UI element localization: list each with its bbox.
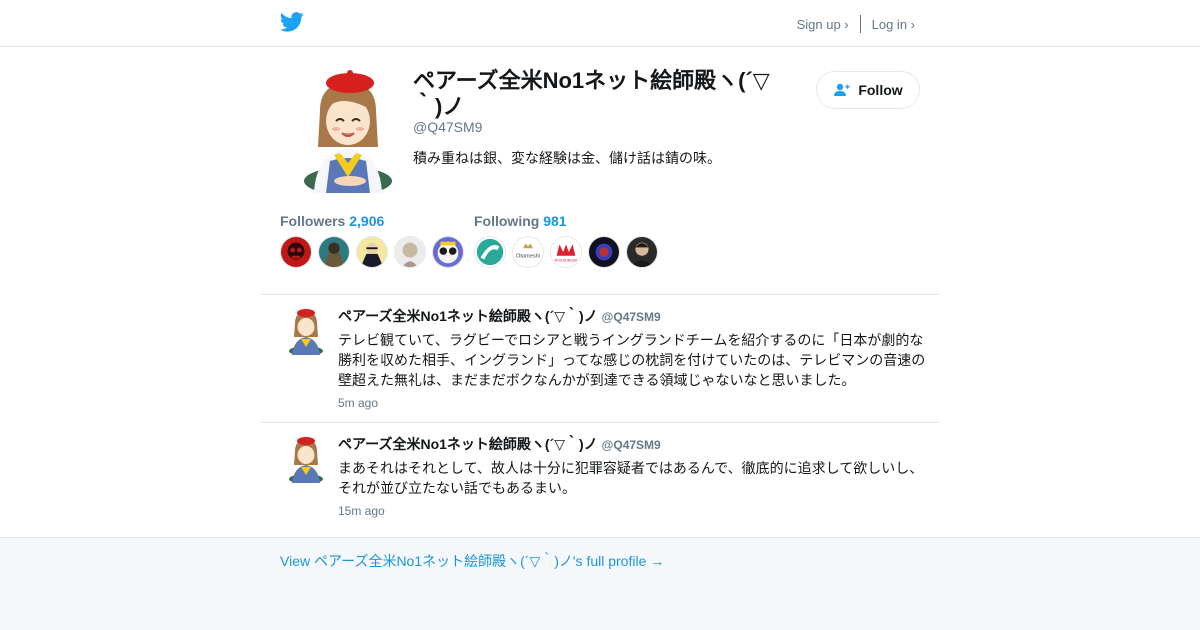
followers-stat[interactable]: Followers 2,906 (280, 213, 384, 229)
tweet-text: まあそれはそれとして、故人は十分に犯罪容疑者ではあるんで、徹底的に追求して欲しい… (338, 460, 924, 496)
otameshi-logo-text: Otameshi (516, 254, 540, 260)
tweet-avatar[interactable] (288, 435, 324, 483)
top-nav: Sign up › Log in › (797, 15, 915, 33)
signup-link[interactable]: Sign up › (797, 17, 849, 32)
profile-bio: 積み重ねは銀、変な経験は金、儲け話は錆の味。 (413, 150, 721, 166)
mos-logo-text: MOS BURGER (555, 258, 579, 262)
following-thumbnails: Otameshi MOS BURGER (474, 236, 664, 268)
tweet-text: テレビ観ていて、ラグビーでロシアと戦うイングランドチームを紹介するのに「日本が劇… (338, 332, 926, 388)
profile-handle: @Q47SM9 (413, 119, 483, 135)
follow-label: Follow (858, 82, 903, 98)
footer: View ペアーズ全米No1ネット絵師殿ヽ(´▽｀)ノ's full profi… (0, 537, 1200, 630)
nav-divider (859, 15, 861, 33)
followers-count: 2,906 (349, 213, 385, 229)
full-profile-link[interactable]: View ペアーズ全米No1ネット絵師殿ヽ(´▽｀)ノ's full profi… (280, 551, 664, 571)
profile-name: ペアーズ全米No1ネット絵師殿ヽ(´▽｀)ノ (413, 68, 770, 119)
following-stat[interactable]: Following 981 (474, 213, 567, 229)
tweet-author-handle[interactable]: @Q47SM9 (602, 310, 661, 324)
following-avatar[interactable]: MOS BURGER (550, 236, 582, 268)
tweet-author-name[interactable]: ペアーズ全米No1ネット絵師殿ヽ(´▽｀)ノ (338, 436, 598, 452)
following-count: 981 (543, 213, 567, 229)
following-avatar[interactable]: Otameshi (512, 236, 544, 268)
tweet-author-name[interactable]: ペアーズ全米No1ネット絵師殿ヽ(´▽｀)ノ (338, 308, 598, 324)
profile-avatar[interactable] (300, 69, 396, 193)
following-avatar[interactable] (626, 236, 658, 268)
tweet-avatar[interactable] (288, 307, 324, 355)
tweet-timestamp[interactable]: 15m ago (338, 504, 920, 518)
top-bar: Sign up › Log in › (0, 0, 1200, 47)
following-avatar[interactable] (474, 236, 506, 268)
tweet-author-handle[interactable]: @Q47SM9 (602, 438, 661, 452)
login-link[interactable]: Log in › (872, 17, 915, 32)
follower-avatar[interactable] (280, 236, 312, 268)
follower-avatar[interactable] (394, 236, 426, 268)
follower-avatar[interactable] (318, 236, 350, 268)
tweet-timestamp[interactable]: 5m ago (338, 396, 920, 410)
twitter-bird-icon[interactable] (280, 11, 304, 33)
add-user-icon (834, 83, 850, 96)
follower-avatar[interactable] (432, 236, 464, 268)
tweet[interactable]: ペアーズ全米No1ネット絵師殿ヽ(´▽｀)ノ @Q47SM9 テレビ観ていて、ラグ… (260, 294, 940, 422)
tweet-list: ペアーズ全米No1ネット絵師殿ヽ(´▽｀)ノ @Q47SM9 テレビ観ていて、ラグ… (260, 294, 940, 530)
tweet[interactable]: ペアーズ全米No1ネット絵師殿ヽ(´▽｀)ノ @Q47SM9 まあそれはそれとして… (260, 422, 940, 530)
followers-thumbnails (280, 236, 470, 268)
follow-button[interactable]: Follow (816, 71, 920, 109)
followers-label: Followers (280, 213, 346, 229)
following-avatar[interactable] (588, 236, 620, 268)
follower-avatar[interactable] (356, 236, 388, 268)
following-label: Following (474, 213, 540, 229)
